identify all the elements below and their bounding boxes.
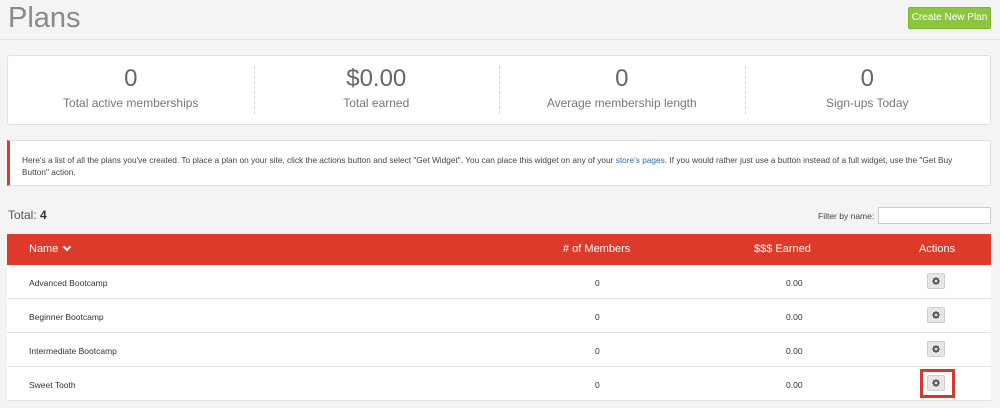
store-pages-link[interactable]: store's pages — [616, 155, 665, 165]
plan-name: Sweet Tooth — [29, 380, 76, 390]
stat-label: Total earned — [343, 96, 410, 110]
stat-label: Average membership length — [546, 96, 697, 110]
actions-button[interactable] — [927, 307, 945, 323]
plan-earned: 0.00 — [786, 380, 803, 390]
plan-name: Advanced Bootcamp — [29, 278, 108, 288]
gear-icon — [932, 311, 940, 319]
total-count: 4 — [40, 208, 47, 222]
plan-earned: 0.00 — [786, 278, 803, 288]
stat-value: $0.00 — [346, 65, 407, 92]
stat-active-memberships: 0 Total active memberships — [8, 56, 254, 124]
filter-by-name-input[interactable] — [878, 207, 991, 224]
stat-label: Sign-ups Today — [826, 96, 909, 110]
total-label: Total: — [8, 208, 37, 222]
actions-column-header: Actions — [919, 243, 956, 255]
earned-column-header: $$$ Earned — [754, 243, 811, 255]
stat-value: 0 — [124, 65, 138, 92]
stats-panel: 0 Total active memberships $0.00 Total e… — [7, 55, 991, 125]
table-row: Intermediate Bootcamp 0 0.00 — [7, 333, 991, 367]
plan-earned: 0.00 — [786, 346, 803, 356]
stat-label: Total active memberships — [63, 96, 199, 110]
create-new-plan-button[interactable]: Create New Plan — [908, 7, 991, 29]
table-header: Name # of Members $$$ Earned Actions — [7, 234, 991, 265]
plan-earned: 0.00 — [786, 312, 803, 322]
name-header-label: Name — [29, 243, 59, 255]
actions-button[interactable] — [927, 375, 945, 391]
plan-members: 0 — [595, 278, 600, 288]
gear-icon — [932, 379, 940, 387]
members-column-header: # of Members — [563, 243, 631, 255]
filter-label: Filter by name: — [818, 211, 875, 221]
stat-value: 0 — [860, 65, 874, 92]
stat-average-length: 0 Average membership length — [499, 56, 745, 124]
actions-button[interactable] — [927, 341, 945, 357]
name-column-header[interactable]: Name — [29, 242, 72, 255]
stat-value: 0 — [615, 65, 629, 92]
stat-total-earned: $0.00 Total earned — [253, 56, 500, 124]
plan-name: Intermediate Bootcamp — [29, 346, 117, 356]
table-row: Advanced Bootcamp 0 0.00 — [7, 265, 991, 299]
plan-members: 0 — [595, 346, 600, 356]
plans-total: Total: 4 — [8, 208, 47, 222]
stat-signups-today: 0 Sign-ups Today — [744, 56, 991, 124]
page-header: Plans Create New Plan — [0, 0, 1000, 40]
chevron-down-icon — [63, 242, 72, 252]
plan-members: 0 — [595, 312, 600, 322]
table-row: Sweet Tooth 0 0.00 — [7, 367, 991, 401]
gear-icon — [932, 277, 940, 285]
plan-name: Beginner Bootcamp — [29, 312, 104, 322]
gear-icon — [932, 345, 940, 353]
plan-members: 0 — [595, 380, 600, 390]
actions-button[interactable] — [927, 273, 945, 289]
plans-table: Name # of Members $$$ Earned Actions Adv… — [7, 234, 991, 401]
info-notice: Here's a list of all the plans you've cr… — [7, 140, 991, 186]
page-title: Plans — [8, 2, 81, 34]
notice-text: Here's a list of all the plans you've cr… — [22, 155, 616, 165]
table-row: Beginner Bootcamp 0 0.00 — [7, 299, 991, 333]
